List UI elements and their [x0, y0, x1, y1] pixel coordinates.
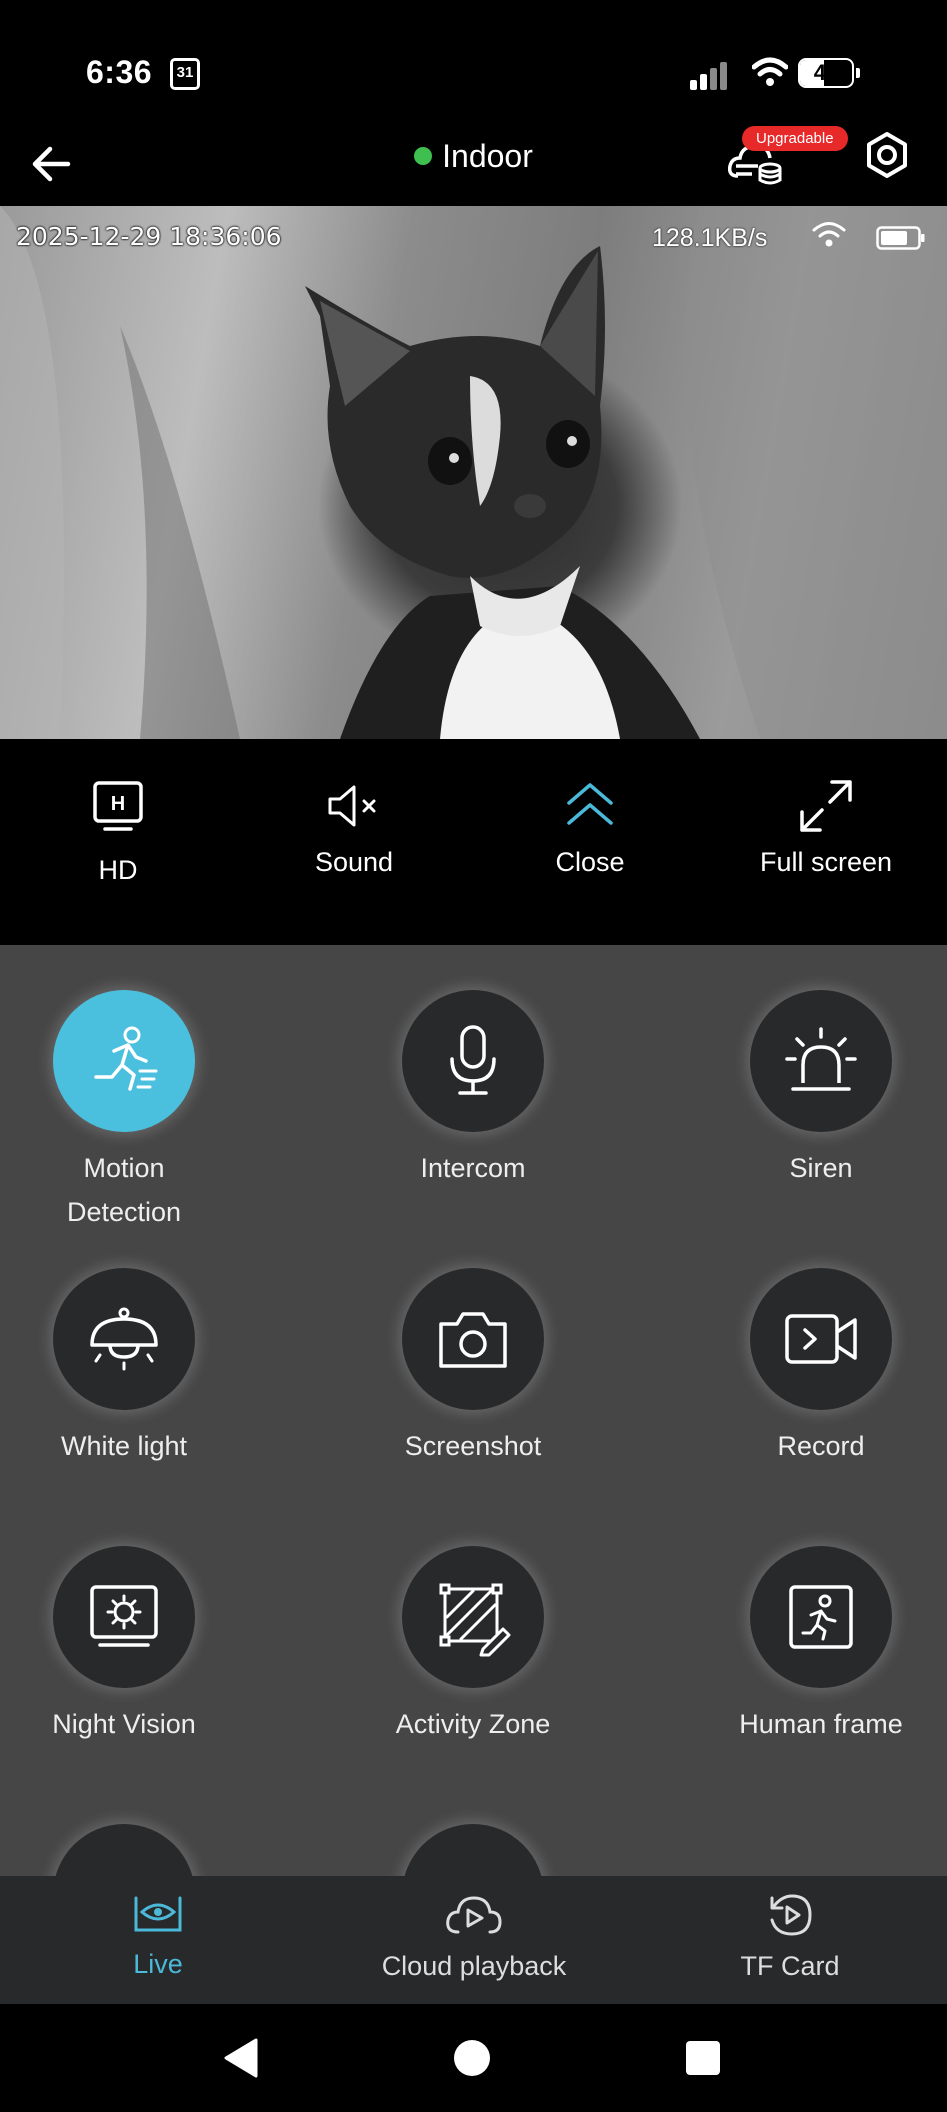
speaker-mute-icon: [328, 785, 376, 827]
camera-wifi-icon: [812, 222, 846, 247]
bottom-navigation: Live Cloud playback TF Card: [0, 1876, 947, 2004]
human-frame-circle[interactable]: [750, 1546, 892, 1688]
video-bitrate: 128.1KB/s: [652, 224, 768, 252]
fullscreen-button[interactable]: Full screen: [708, 771, 944, 878]
close-label: Close: [555, 847, 625, 877]
siren-button[interactable]: Siren: [691, 990, 947, 1190]
system-recents-icon[interactable]: [686, 2041, 720, 2075]
battery-level: 47: [813, 60, 839, 85]
ceiling-lamp-icon: [90, 1307, 158, 1371]
camera-battery-icon: [876, 226, 925, 250]
battery-icon: 47: [798, 58, 854, 88]
status-time: 6:36: [86, 54, 153, 90]
close-panel-button[interactable]: Close: [472, 771, 708, 878]
night-vision-circle[interactable]: [53, 1546, 195, 1688]
top-header: Indoor Upgradable: [0, 120, 947, 206]
night-vision-button[interactable]: Night Vision: [0, 1546, 254, 1746]
pan-tilt-icon: [96, 1875, 98, 1876]
microphone-icon: [450, 1025, 496, 1095]
intercom-label: Intercom: [420, 1153, 526, 1183]
calendar-icon: 31: [170, 58, 200, 90]
white-light-circle[interactable]: [53, 1268, 195, 1410]
screenshot-button[interactable]: Screenshot: [343, 1268, 603, 1468]
sound-button[interactable]: Sound: [236, 771, 472, 878]
device-name: Indoor: [442, 138, 533, 174]
motion-detection-circle[interactable]: [53, 990, 195, 1132]
sound-label: Sound: [314, 847, 394, 877]
list-settings-icon: [438, 1860, 508, 1876]
nav-cloud-playback[interactable]: Cloud playback: [316, 1892, 632, 1982]
camera-icon: [439, 1312, 507, 1368]
double-chevron-up-icon: [567, 783, 613, 825]
settings-icon[interactable]: [862, 130, 912, 180]
intercom-circle[interactable]: [402, 990, 544, 1132]
video-timestamp: 2025-12-29 18:36:06: [16, 222, 282, 251]
screenshot-label: Screenshot: [404, 1431, 542, 1461]
video-control-bar: H HD Sound Close Full screen: [0, 739, 947, 945]
system-back-icon[interactable]: [222, 2038, 258, 2078]
human-frame-label: Human frame: [739, 1709, 903, 1739]
motion-detection-button[interactable]: Motion Detection: [0, 990, 254, 1234]
human-frame-button[interactable]: Human frame: [691, 1546, 947, 1746]
expand-icon: [800, 780, 852, 832]
cat-in-video-image: [0, 206, 947, 739]
nav-live[interactable]: Live: [0, 1892, 316, 1980]
live-video-feed[interactable]: 2025-12-29 18:36:06 128.1KB/s: [0, 206, 947, 739]
cloud-play-icon: [446, 1896, 502, 1934]
nav-cloud-playback-label: Cloud playback: [381, 1951, 567, 1981]
siren-label: Siren: [789, 1153, 853, 1183]
night-vision-label: Night Vision: [52, 1709, 196, 1739]
white-light-button[interactable]: White light: [0, 1268, 254, 1468]
fullscreen-label: Full screen: [759, 847, 893, 877]
battery-tip: [856, 68, 860, 78]
siren-circle[interactable]: [750, 990, 892, 1132]
hd-button[interactable]: H HD: [0, 771, 236, 886]
replay-icon: [770, 1894, 812, 1936]
activity-zone-icon: [439, 1583, 511, 1657]
cell-signal-icon: [690, 62, 727, 90]
partial-function-button-1[interactable]: [0, 1824, 254, 1876]
record-circle[interactable]: [750, 1268, 892, 1410]
activity-zone-button[interactable]: Activity Zone: [343, 1546, 603, 1746]
system-navigation-bar: [0, 2004, 947, 2112]
upgradable-badge[interactable]: Upgradable: [742, 126, 848, 151]
nav-live-label: Live: [133, 1949, 183, 1979]
nav-tf-card-label: TF Card: [740, 1951, 840, 1981]
intercom-button[interactable]: Intercom: [343, 990, 603, 1190]
white-light-label: White light: [60, 1431, 188, 1461]
record-button[interactable]: Record: [691, 1268, 947, 1468]
partial-function-button-2[interactable]: [343, 1824, 603, 1876]
eye-icon: [134, 1896, 182, 1932]
activity-zone-circle[interactable]: [402, 1546, 544, 1688]
screenshot-circle[interactable]: [402, 1268, 544, 1410]
siren-icon: [785, 1027, 857, 1091]
video-record-icon: [785, 1314, 857, 1364]
night-vision-icon: [90, 1585, 158, 1647]
running-person-icon: [94, 1026, 158, 1091]
motion-detection-label: Motion Detection: [0, 1146, 254, 1234]
status-bar: 6:36 31 47: [0, 0, 947, 120]
hd-monitor-icon: H: [93, 781, 143, 831]
motion-detection-text: Motion Detection: [66, 1153, 182, 1227]
svg-text:H: H: [111, 793, 125, 815]
human-frame-icon: [789, 1585, 853, 1649]
activity-zone-label: Activity Zone: [395, 1709, 551, 1739]
function-panel: Motion Detection Intercom Siren White li…: [0, 945, 947, 1876]
partial-function-circle-1[interactable]: [53, 1824, 195, 1876]
online-status-dot: [414, 146, 433, 165]
hd-label: HD: [98, 855, 138, 885]
record-label: Record: [777, 1431, 865, 1461]
system-home-icon[interactable]: [454, 2040, 490, 2076]
partial-function-circle-2[interactable]: [402, 1824, 544, 1876]
wifi-icon: [752, 57, 788, 86]
nav-tf-card[interactable]: TF Card: [632, 1892, 947, 1982]
